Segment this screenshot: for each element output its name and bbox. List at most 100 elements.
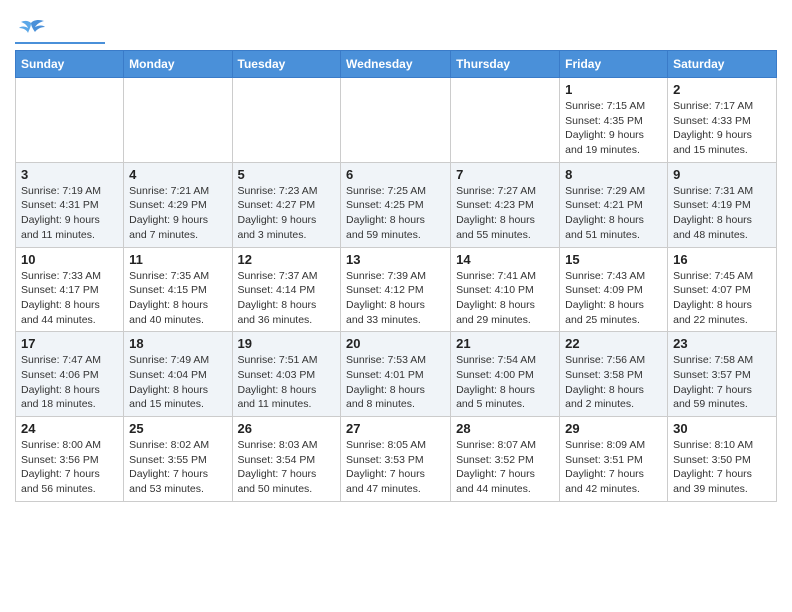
day-info: Sunrise: 7:25 AM Sunset: 4:25 PM Dayligh… [346,184,445,243]
col-header-monday: Monday [124,51,232,78]
day-info: Sunrise: 7:15 AM Sunset: 4:35 PM Dayligh… [565,99,662,158]
calendar-cell: 8 Sunrise: 7:29 AM Sunset: 4:21 PM Daylig… [560,162,668,247]
day-number: 22 [565,336,662,351]
calendar-cell: 12Sunrise: 7:37 AM Sunset: 4:14 PM Dayli… [232,247,341,332]
day-number: 3 [21,167,118,182]
day-number: 28 [456,421,554,436]
calendar-cell: 9 Sunrise: 7:31 AM Sunset: 4:19 PM Daylig… [668,162,777,247]
day-info: Sunrise: 7:43 AM Sunset: 4:09 PM Dayligh… [565,269,662,328]
calendar-cell: 1 Sunrise: 7:15 AM Sunset: 4:35 PM Daylig… [560,78,668,163]
day-number: 19 [238,336,336,351]
day-number: 18 [129,336,226,351]
day-info: Sunrise: 7:35 AM Sunset: 4:15 PM Dayligh… [129,269,226,328]
calendar-cell: 23 Sunrise: 7:58 AM Sunset: 3:57 PM Dayli… [668,332,777,417]
day-info: Sunrise: 7:19 AM Sunset: 4:31 PM Dayligh… [21,184,118,243]
day-info: Sunrise: 7:21 AM Sunset: 4:29 PM Dayligh… [129,184,226,243]
day-number: 25 [129,421,226,436]
calendar-cell [124,78,232,163]
day-number: 30 [673,421,771,436]
day-number: 14 [456,252,554,267]
day-info: Sunrise: 7:41 AM Sunset: 4:10 PM Dayligh… [456,269,554,328]
day-number: 26 [238,421,336,436]
col-header-thursday: Thursday [451,51,560,78]
day-number: 8 [565,167,662,182]
header [15,10,777,44]
day-info: Sunrise: 7:49 AM Sunset: 4:04 PM Dayligh… [129,353,226,412]
day-info: Sunrise: 7:56 AM Sunset: 3:58 PM Dayligh… [565,353,662,412]
day-info: Sunrise: 7:39 AM Sunset: 4:12 PM Dayligh… [346,269,445,328]
calendar-cell: 21 Sunrise: 7:54 AM Sunset: 4:00 PM Dayli… [451,332,560,417]
day-info: Sunrise: 8:05 AM Sunset: 3:53 PM Dayligh… [346,438,445,497]
day-number: 10 [21,252,118,267]
day-info: Sunrise: 8:10 AM Sunset: 3:50 PM Dayligh… [673,438,771,497]
calendar-cell: 7 Sunrise: 7:27 AM Sunset: 4:23 PM Daylig… [451,162,560,247]
logo-underline [15,42,105,44]
logo-bird-icon [17,18,45,40]
day-info: Sunrise: 8:07 AM Sunset: 3:52 PM Dayligh… [456,438,554,497]
calendar-cell: 4 Sunrise: 7:21 AM Sunset: 4:29 PM Daylig… [124,162,232,247]
calendar-table: SundayMondayTuesdayWednesdayThursdayFrid… [15,50,777,502]
day-info: Sunrise: 7:58 AM Sunset: 3:57 PM Dayligh… [673,353,771,412]
day-number: 15 [565,252,662,267]
col-header-wednesday: Wednesday [341,51,451,78]
calendar-cell: 26 Sunrise: 8:03 AM Sunset: 3:54 PM Dayli… [232,417,341,502]
calendar-cell: 10Sunrise: 7:33 AM Sunset: 4:17 PM Dayli… [16,247,124,332]
day-number: 17 [21,336,118,351]
calendar-cell: 19 Sunrise: 7:51 AM Sunset: 4:03 PM Dayli… [232,332,341,417]
day-number: 7 [456,167,554,182]
calendar-cell [16,78,124,163]
calendar-cell: 25 Sunrise: 8:02 AM Sunset: 3:55 PM Dayli… [124,417,232,502]
calendar-week-5: 24 Sunrise: 8:00 AM Sunset: 3:56 PM Dayli… [16,417,777,502]
day-number: 4 [129,167,226,182]
calendar-week-4: 17Sunrise: 7:47 AM Sunset: 4:06 PM Dayli… [16,332,777,417]
logo [15,18,105,44]
calendar-cell: 30 Sunrise: 8:10 AM Sunset: 3:50 PM Dayli… [668,417,777,502]
day-number: 21 [456,336,554,351]
col-header-tuesday: Tuesday [232,51,341,78]
day-number: 29 [565,421,662,436]
calendar-cell: 29 Sunrise: 8:09 AM Sunset: 3:51 PM Dayli… [560,417,668,502]
day-number: 13 [346,252,445,267]
calendar-cell: 20Sunrise: 7:53 AM Sunset: 4:01 PM Dayli… [341,332,451,417]
day-info: Sunrise: 7:31 AM Sunset: 4:19 PM Dayligh… [673,184,771,243]
calendar-header-row: SundayMondayTuesdayWednesdayThursdayFrid… [16,51,777,78]
day-info: Sunrise: 7:27 AM Sunset: 4:23 PM Dayligh… [456,184,554,243]
day-info: Sunrise: 8:03 AM Sunset: 3:54 PM Dayligh… [238,438,336,497]
day-info: Sunrise: 7:29 AM Sunset: 4:21 PM Dayligh… [565,184,662,243]
day-number: 27 [346,421,445,436]
day-number: 11 [129,252,226,267]
day-info: Sunrise: 7:53 AM Sunset: 4:01 PM Dayligh… [346,353,445,412]
day-info: Sunrise: 7:51 AM Sunset: 4:03 PM Dayligh… [238,353,336,412]
calendar-week-3: 10Sunrise: 7:33 AM Sunset: 4:17 PM Dayli… [16,247,777,332]
calendar-cell: 11 Sunrise: 7:35 AM Sunset: 4:15 PM Dayli… [124,247,232,332]
day-number: 2 [673,82,771,97]
day-number: 5 [238,167,336,182]
calendar-cell: 15 Sunrise: 7:43 AM Sunset: 4:09 PM Dayli… [560,247,668,332]
day-info: Sunrise: 7:45 AM Sunset: 4:07 PM Dayligh… [673,269,771,328]
day-info: Sunrise: 8:00 AM Sunset: 3:56 PM Dayligh… [21,438,118,497]
calendar-cell [451,78,560,163]
calendar-cell: 27 Sunrise: 8:05 AM Sunset: 3:53 PM Dayli… [341,417,451,502]
day-info: Sunrise: 8:02 AM Sunset: 3:55 PM Dayligh… [129,438,226,497]
day-number: 23 [673,336,771,351]
calendar-week-2: 3 Sunrise: 7:19 AM Sunset: 4:31 PM Daylig… [16,162,777,247]
day-number: 9 [673,167,771,182]
day-number: 24 [21,421,118,436]
day-info: Sunrise: 7:54 AM Sunset: 4:00 PM Dayligh… [456,353,554,412]
calendar-cell: 28 Sunrise: 8:07 AM Sunset: 3:52 PM Dayli… [451,417,560,502]
col-header-friday: Friday [560,51,668,78]
calendar-cell: 5 Sunrise: 7:23 AM Sunset: 4:27 PM Daylig… [232,162,341,247]
calendar-cell: 24 Sunrise: 8:00 AM Sunset: 3:56 PM Dayli… [16,417,124,502]
day-number: 16 [673,252,771,267]
calendar-cell: 16 Sunrise: 7:45 AM Sunset: 4:07 PM Dayli… [668,247,777,332]
calendar-cell: 17Sunrise: 7:47 AM Sunset: 4:06 PM Dayli… [16,332,124,417]
calendar-cell [232,78,341,163]
day-info: Sunrise: 7:23 AM Sunset: 4:27 PM Dayligh… [238,184,336,243]
day-info: Sunrise: 8:09 AM Sunset: 3:51 PM Dayligh… [565,438,662,497]
calendar-cell: 13 Sunrise: 7:39 AM Sunset: 4:12 PM Dayli… [341,247,451,332]
calendar-cell: 22 Sunrise: 7:56 AM Sunset: 3:58 PM Dayli… [560,332,668,417]
day-info: Sunrise: 7:17 AM Sunset: 4:33 PM Dayligh… [673,99,771,158]
day-number: 1 [565,82,662,97]
calendar-cell: 3 Sunrise: 7:19 AM Sunset: 4:31 PM Daylig… [16,162,124,247]
day-number: 12 [238,252,336,267]
